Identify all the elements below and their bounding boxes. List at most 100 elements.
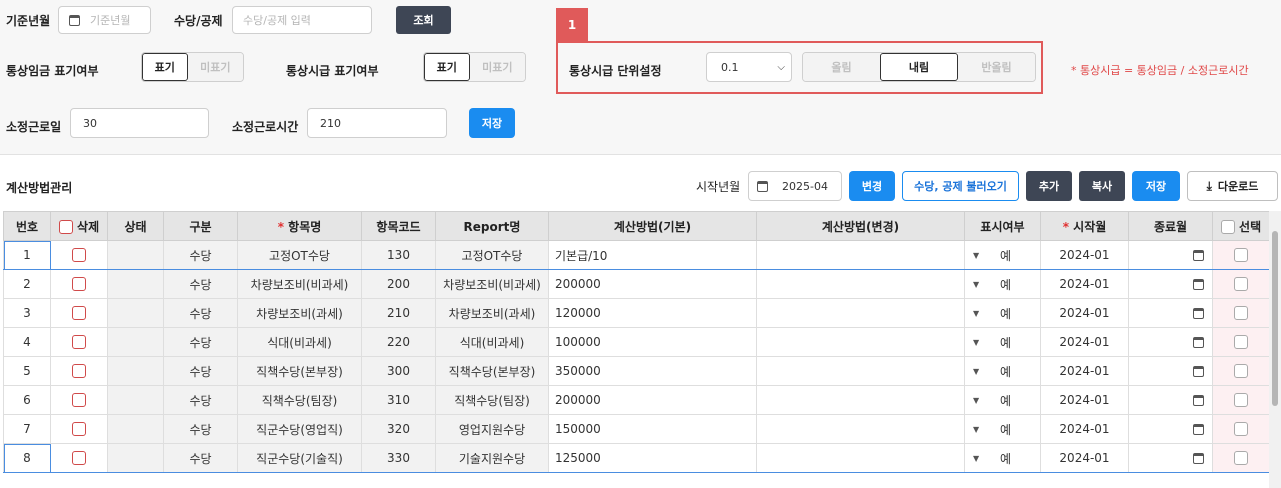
calendar-icon[interactable] bbox=[1193, 337, 1204, 348]
table-row[interactable]: 4 수당 식대(비과세) 220 식대(비과세) 100000 ▼ 예 2024-01 bbox=[3, 327, 1270, 357]
end-month-cell[interactable] bbox=[1128, 443, 1213, 473]
calendar-icon[interactable] bbox=[1193, 250, 1204, 261]
display-cell[interactable]: ▼ 예 bbox=[964, 385, 1041, 415]
table-row[interactable]: 5 수당 직책수당(본부장) 300 직책수당(본부장) 350000 ▼ 예 2024-01 bbox=[3, 356, 1270, 386]
end-month-cell[interactable] bbox=[1128, 414, 1213, 444]
select-checkbox[interactable] bbox=[1234, 248, 1248, 263]
copy-button[interactable]: 복사 bbox=[1079, 171, 1125, 201]
load-allowance-button[interactable]: 수당, 공제 불러오기 bbox=[902, 171, 1019, 201]
dropdown-caret-icon[interactable]: ▼ bbox=[973, 251, 979, 260]
method-change-cell[interactable] bbox=[756, 327, 965, 357]
end-month-cell[interactable] bbox=[1128, 269, 1213, 299]
table-row[interactable]: 8 수당 직군수당(기술직) 330 기술지원수당 125000 ▼ 예 2024-01 bbox=[3, 443, 1270, 473]
download-button[interactable]: ⤓ 다운로드 bbox=[1187, 171, 1278, 201]
delete-checkbox[interactable] bbox=[72, 451, 86, 466]
method-change-cell[interactable] bbox=[756, 414, 965, 444]
calendar-icon[interactable] bbox=[757, 180, 768, 192]
end-month-cell[interactable] bbox=[1128, 356, 1213, 386]
calendar-icon[interactable] bbox=[1193, 453, 1204, 464]
select-checkbox[interactable] bbox=[1234, 277, 1248, 292]
method-change-cell[interactable] bbox=[756, 298, 965, 328]
start-month-cell[interactable]: 2024-01 bbox=[1040, 356, 1129, 386]
search-button[interactable]: 조회 bbox=[396, 6, 451, 34]
method-basic-cell[interactable]: 120000 bbox=[548, 298, 757, 328]
end-month-cell[interactable] bbox=[1128, 327, 1213, 357]
start-month-cell[interactable]: 2024-01 bbox=[1040, 385, 1129, 415]
ordinary-hourly-hide[interactable]: 미표기 bbox=[469, 53, 525, 81]
method-basic-cell[interactable]: 150000 bbox=[548, 414, 757, 444]
delete-checkbox[interactable] bbox=[72, 393, 86, 408]
start-month-cell[interactable]: 2024-01 bbox=[1040, 443, 1129, 473]
report-name-cell[interactable]: 기술지원수당 bbox=[435, 443, 549, 473]
method-change-cell[interactable] bbox=[756, 356, 965, 386]
method-basic-cell[interactable]: 125000 bbox=[548, 443, 757, 473]
method-change-cell[interactable] bbox=[756, 269, 965, 299]
method-basic-cell[interactable]: 350000 bbox=[548, 356, 757, 386]
calendar-icon[interactable] bbox=[1193, 424, 1204, 435]
dropdown-caret-icon[interactable]: ▼ bbox=[973, 454, 979, 463]
display-cell[interactable]: ▼ 예 bbox=[964, 269, 1041, 299]
end-month-cell[interactable] bbox=[1128, 298, 1213, 328]
method-change-cell[interactable] bbox=[756, 385, 965, 415]
select-checkbox[interactable] bbox=[1234, 422, 1248, 437]
start-month-cell[interactable]: 2024-01 bbox=[1040, 240, 1129, 270]
start-month-cell[interactable]: 2024-01 bbox=[1040, 414, 1129, 444]
method-change-cell[interactable] bbox=[756, 443, 965, 473]
display-cell[interactable]: ▼ 예 bbox=[964, 327, 1041, 357]
select-checkbox[interactable] bbox=[1234, 335, 1248, 350]
display-cell[interactable]: ▼ 예 bbox=[964, 240, 1041, 270]
display-cell[interactable]: ▼ 예 bbox=[964, 356, 1041, 386]
base-ym-input[interactable]: 기준년월 bbox=[58, 6, 151, 34]
select-checkbox[interactable] bbox=[1234, 393, 1248, 408]
table-scrollbar[interactable] bbox=[1269, 211, 1281, 488]
report-name-cell[interactable]: 차량보조비(비과세) bbox=[435, 269, 549, 299]
table-row[interactable]: 2 수당 차량보조비(비과세) 200 차량보조비(비과세) 200000 ▼ 예 2024-0… bbox=[3, 269, 1270, 299]
delete-checkbox[interactable] bbox=[72, 364, 86, 379]
select-all-checkbox[interactable] bbox=[1220, 220, 1235, 234]
work-days-input[interactable]: 30 bbox=[70, 108, 209, 138]
report-name-cell[interactable]: 직책수당(본부장) bbox=[435, 356, 549, 386]
method-change-cell[interactable] bbox=[756, 240, 965, 270]
save-button[interactable]: 저장 bbox=[1132, 171, 1180, 201]
dropdown-caret-icon[interactable]: ▼ bbox=[973, 309, 979, 318]
method-basic-cell[interactable]: 100000 bbox=[548, 327, 757, 357]
delete-checkbox[interactable] bbox=[72, 335, 86, 350]
display-cell[interactable]: ▼ 예 bbox=[964, 298, 1041, 328]
scrollbar-thumb[interactable] bbox=[1272, 231, 1278, 406]
delete-all-checkbox[interactable] bbox=[58, 220, 73, 234]
ordinary-wage-hide[interactable]: 미표기 bbox=[187, 53, 243, 81]
calendar-icon[interactable] bbox=[1193, 279, 1204, 290]
report-name-cell[interactable]: 영업지원수당 bbox=[435, 414, 549, 444]
change-button[interactable]: 변경 bbox=[849, 171, 895, 201]
table-row[interactable]: 6 수당 직책수당(팀장) 310 직책수당(팀장) 200000 ▼ 예 2024-01 bbox=[3, 385, 1270, 415]
delete-checkbox[interactable] bbox=[72, 306, 86, 321]
calendar-icon[interactable] bbox=[1193, 308, 1204, 319]
method-basic-cell[interactable]: 200000 bbox=[548, 385, 757, 415]
table-row[interactable]: 3 수당 차량보조비(과세) 210 차량보조비(과세) 120000 ▼ 예 2024-01 bbox=[3, 298, 1270, 328]
report-name-cell[interactable]: 차량보조비(과세) bbox=[435, 298, 549, 328]
table-row[interactable]: 7 수당 직군수당(영업직) 320 영업지원수당 150000 ▼ 예 2024-01 bbox=[3, 414, 1270, 444]
select-checkbox[interactable] bbox=[1234, 364, 1248, 379]
dropdown-caret-icon[interactable]: ▼ bbox=[973, 396, 979, 405]
delete-checkbox[interactable] bbox=[72, 422, 86, 437]
end-month-cell[interactable] bbox=[1128, 385, 1213, 415]
calendar-icon[interactable] bbox=[69, 14, 80, 26]
delete-checkbox[interactable] bbox=[72, 277, 86, 292]
report-name-cell[interactable]: 고정OT수당 bbox=[435, 240, 549, 270]
dropdown-caret-icon[interactable]: ▼ bbox=[973, 367, 979, 376]
calendar-icon[interactable] bbox=[1193, 366, 1204, 377]
allowance-input[interactable]: 수당/공제 입력 bbox=[232, 6, 372, 34]
method-basic-cell[interactable]: 기본급/10 bbox=[548, 240, 757, 270]
ordinary-hourly-show[interactable]: 표기 bbox=[424, 53, 470, 81]
dropdown-caret-icon[interactable]: ▼ bbox=[973, 280, 979, 289]
start-month-cell[interactable]: 2024-01 bbox=[1040, 327, 1129, 357]
start-ym-input[interactable]: 2025-04 bbox=[748, 171, 842, 201]
report-name-cell[interactable]: 직책수당(팀장) bbox=[435, 385, 549, 415]
calendar-icon[interactable] bbox=[1193, 395, 1204, 406]
save-work-button[interactable]: 저장 bbox=[469, 108, 515, 138]
end-month-cell[interactable] bbox=[1128, 240, 1213, 270]
report-name-cell[interactable]: 식대(비과세) bbox=[435, 327, 549, 357]
display-cell[interactable]: ▼ 예 bbox=[964, 443, 1041, 473]
dropdown-caret-icon[interactable]: ▼ bbox=[973, 425, 979, 434]
start-month-cell[interactable]: 2024-01 bbox=[1040, 298, 1129, 328]
